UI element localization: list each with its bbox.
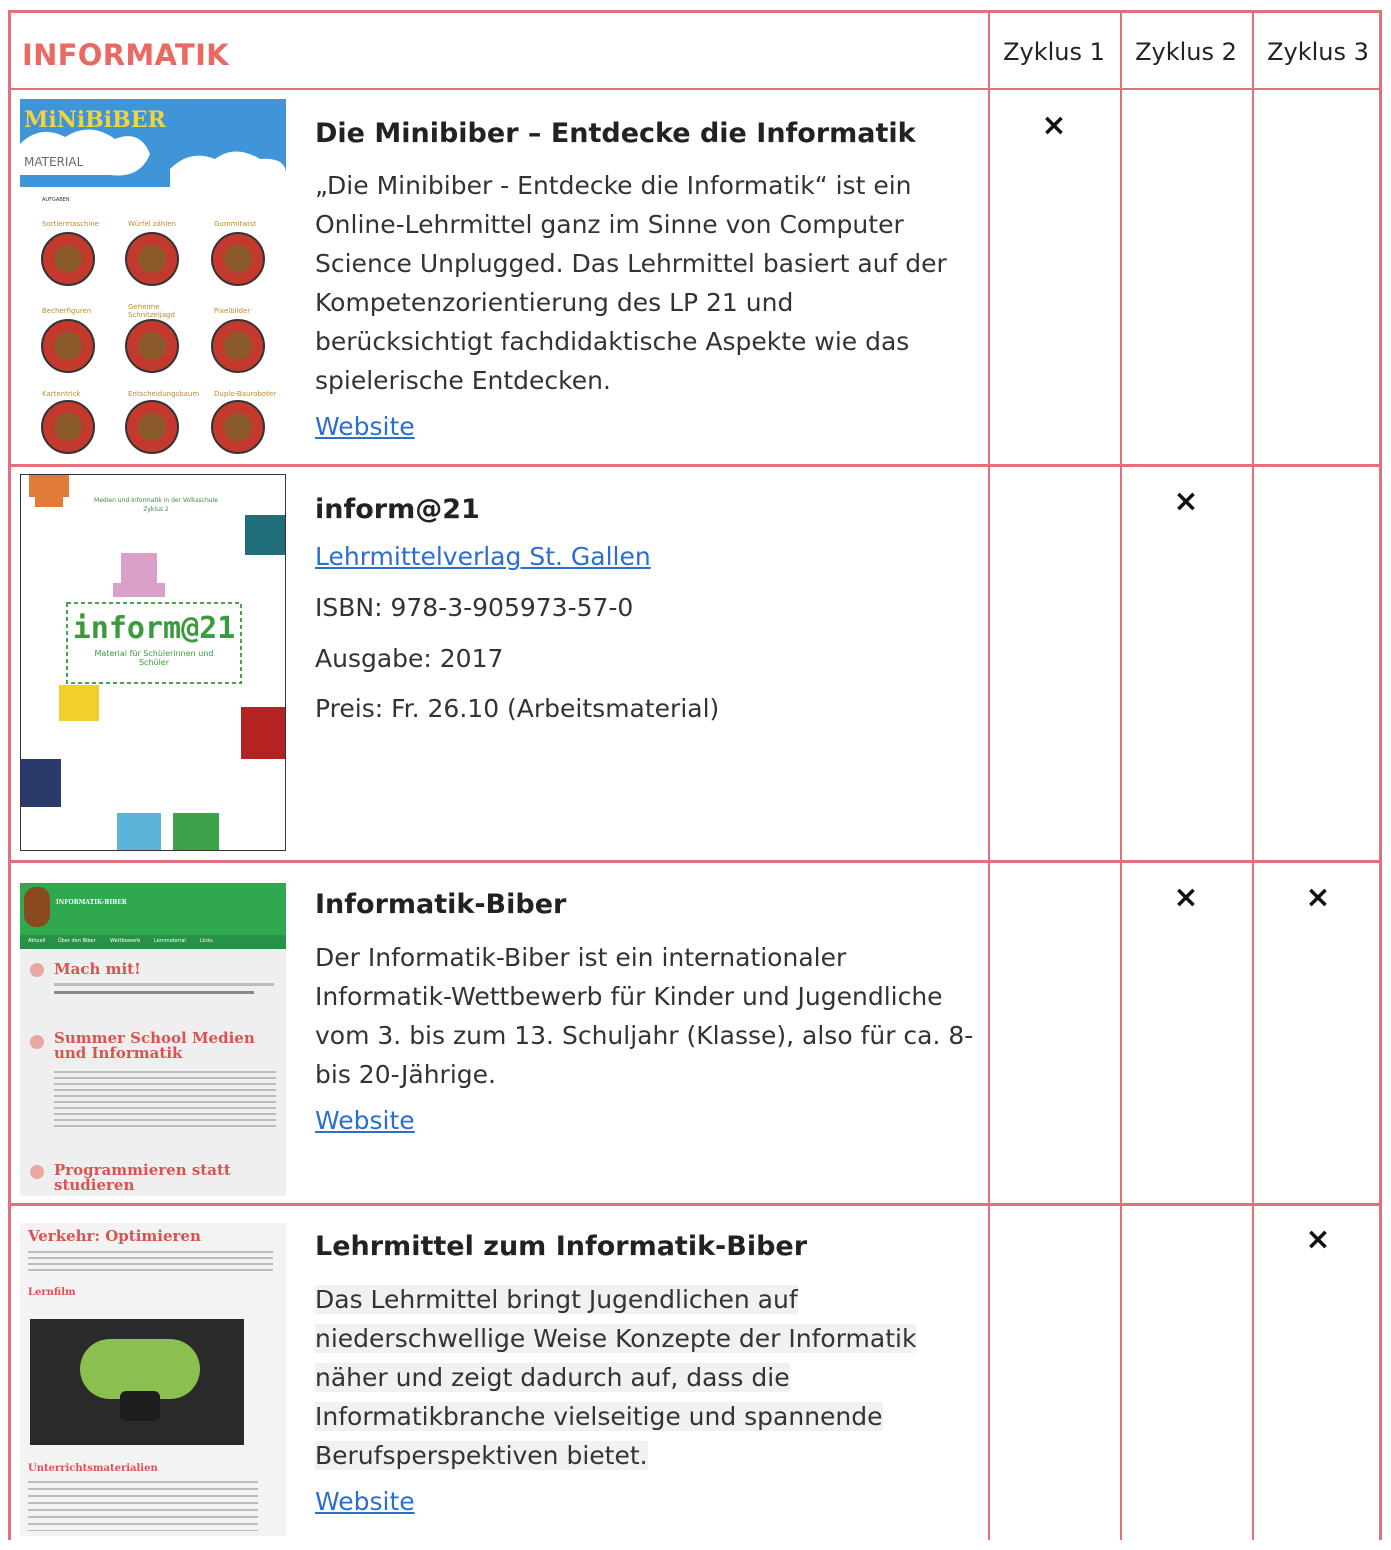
column-header-zyklus-3: Zyklus 3: [1267, 38, 1369, 66]
biber-nav-item: Über den Biber: [58, 938, 96, 944]
minibiber-thumbnail: MiNiBiBER MATERIAL AUFGABEN Sortiermasch…: [20, 99, 286, 454]
row-title: inform@21: [315, 494, 480, 525]
row-description: Das Lehrmittel bringt Jugendlichen auf n…: [315, 1280, 935, 1475]
cycle-mark-zyklus-3: ×: [1305, 880, 1331, 915]
column-divider: [1120, 10, 1122, 1540]
task-label: Pixelbilder: [214, 307, 251, 315]
inform21-subtitle: Material für Schülerinnen und Schüler: [94, 649, 214, 667]
task-label: Geheime Schnitzeljagd: [128, 303, 175, 319]
biber-post-title: Programmieren statt studieren: [54, 1161, 231, 1194]
isbn-text: ISBN: 978-3-905973-57-0: [315, 593, 634, 622]
biber-nav-item: Lernmaterial: [154, 938, 186, 944]
curriculum-table: INFORMATIK Zyklus 1 Zyklus 2 Zyklus 3 Mi…: [8, 10, 1382, 1550]
row-description: Der Informatik-Biber ist ein internation…: [315, 943, 974, 1089]
row-title: Informatik-Biber: [315, 889, 567, 920]
cycle-mark-zyklus-2: ×: [1173, 880, 1199, 915]
row-divider: [8, 1203, 1382, 1206]
website-link[interactable]: Website: [315, 1487, 415, 1516]
row-divider: [8, 464, 1382, 467]
table-border-left: [8, 10, 11, 1540]
task-label: Entscheidungsbaum: [128, 390, 200, 398]
inform21-brand: inform@21: [72, 611, 236, 646]
table-title: INFORMATIK: [22, 38, 229, 72]
minibiber-menu: MATERIAL: [24, 155, 84, 169]
task-label: Duplo-Bauroboter: [214, 390, 277, 398]
cycle-mark-zyklus-3: ×: [1305, 1222, 1331, 1257]
cycle-mark-zyklus-2: ×: [1173, 484, 1199, 519]
table-border-top: [8, 10, 1382, 13]
lehrmittel-thumb-title: Verkehr: Optimieren: [28, 1227, 201, 1245]
biber-nav-item: Links: [200, 938, 213, 944]
task-label: Gummitwist: [214, 220, 257, 228]
row-title: Lehrmittel zum Informatik-Biber: [315, 1231, 808, 1262]
column-divider: [988, 10, 990, 1540]
price-text: Preis: Fr. 26.10 (Arbeitsmaterial): [315, 694, 720, 723]
row-divider: [8, 860, 1382, 863]
table-border-right: [1379, 10, 1382, 1540]
inform21-thumbnail: Medien und Informatik in der Volksschule…: [20, 474, 286, 851]
row-title: Die Minibiber – Entdecke die Informatik: [315, 118, 916, 149]
task-label: Kartentrick: [42, 390, 81, 398]
publisher-link[interactable]: Lehrmittelverlag St. Gallen: [315, 542, 651, 571]
task-label: Becherfiguren: [42, 307, 92, 315]
minibiber-logo: MiNiBiBER: [24, 107, 166, 133]
row-divider: [8, 88, 1382, 90]
column-header-zyklus-2: Zyklus 2: [1135, 38, 1237, 66]
biber-site-title: INFORMATIK-BIBER: [56, 899, 127, 906]
inform21-subheader: Zyklus 2: [143, 506, 169, 513]
edition-text: Ausgabe: 2017: [315, 644, 504, 673]
inform21-header: Medien und Informatik in der Volksschule: [94, 497, 218, 504]
website-link[interactable]: Website: [315, 412, 415, 441]
informatik-biber-thumbnail: INFORMATIK-BIBER Aktuell Über den Biber …: [20, 883, 286, 1196]
lehrmittel-thumb-sub2: Unterrichtsmaterialien: [28, 1463, 158, 1474]
lehrmittel-thumb-sub1: Lernfilm: [28, 1287, 76, 1298]
biber-post-title: Summer School Medien und Informatik: [54, 1029, 255, 1062]
biber-nav-item: Wettbewerb: [110, 938, 141, 944]
task-label: Sortiermaschine: [42, 220, 100, 228]
row-description-text: Das Lehrmittel bringt Jugendlichen auf n…: [315, 1285, 917, 1470]
row-description: „Die Minibiber - Entdecke die Informatik…: [315, 171, 947, 395]
website-link[interactable]: Website: [315, 1106, 415, 1135]
biber-post-title: Mach mit!: [54, 960, 141, 978]
column-divider: [1252, 10, 1254, 1540]
column-header-zyklus-1: Zyklus 1: [1003, 38, 1105, 66]
biber-nav-item: Aktuell: [28, 938, 46, 944]
cycle-mark-zyklus-1: ×: [1041, 108, 1067, 143]
lehrmittel-thumbnail: Verkehr: Optimieren Lernfilm Unterrichts…: [20, 1223, 286, 1536]
task-label: Würfel zählen: [128, 220, 177, 228]
minibiber-section: AUFGABEN: [42, 197, 70, 203]
